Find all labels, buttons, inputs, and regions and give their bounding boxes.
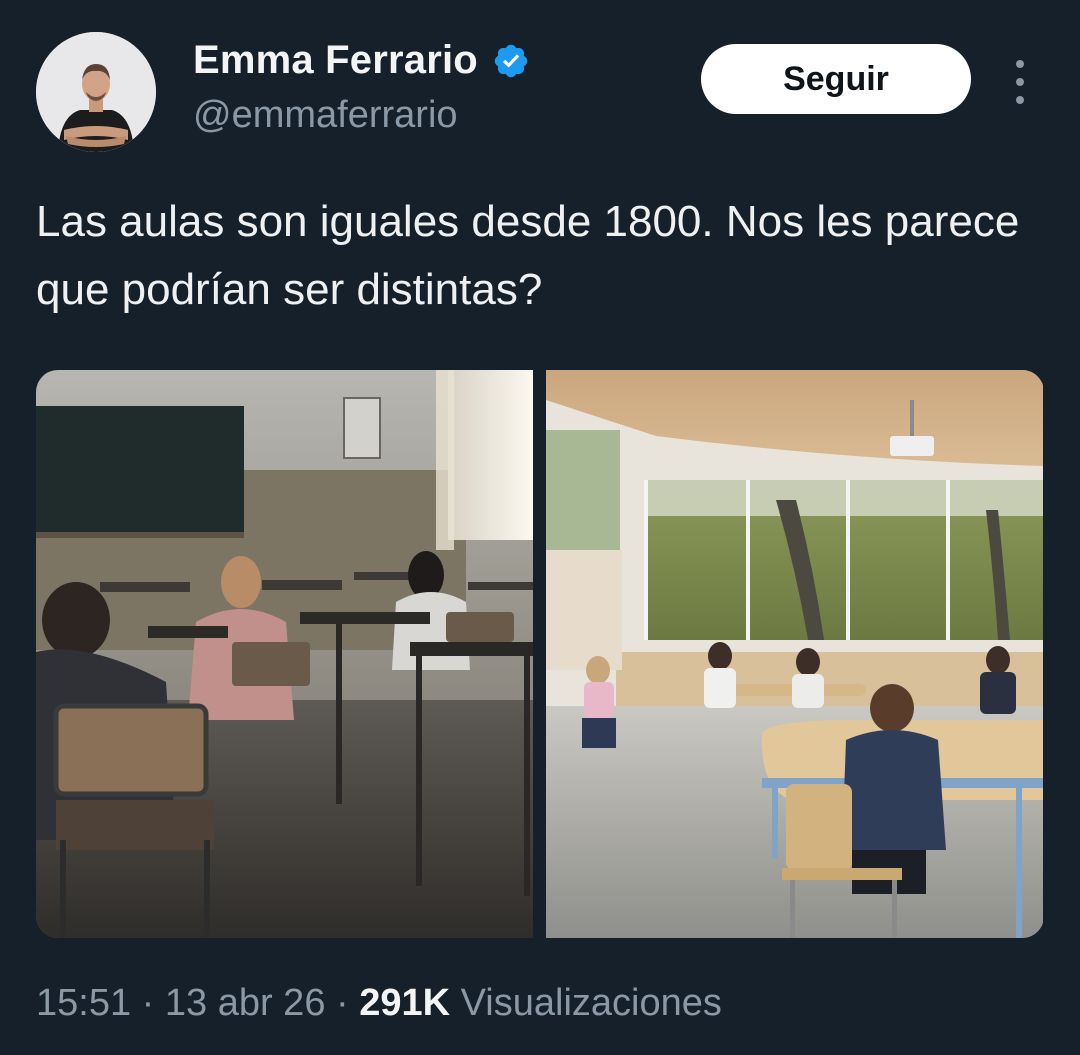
- verified-badge-icon[interactable]: [492, 42, 530, 80]
- follow-button[interactable]: Seguir: [701, 44, 971, 114]
- author-name[interactable]: Emma Ferrario: [193, 38, 478, 83]
- tweet-time[interactable]: 15:51: [36, 982, 131, 1024]
- more-vertical-icon[interactable]: [1005, 60, 1035, 104]
- modern-classroom-photo[interactable]: [546, 370, 1043, 938]
- author-name-row[interactable]: Emma Ferrario: [193, 38, 530, 83]
- author-handle[interactable]: @emmaferrario: [193, 94, 458, 137]
- views-count[interactable]: 291K: [359, 982, 450, 1024]
- tweet-date[interactable]: 13 abr 26: [165, 982, 326, 1024]
- tweet-meta: 15:51 · 13 abr 26 · 291K Visualizaciones: [36, 982, 722, 1025]
- views-label[interactable]: Visualizaciones: [461, 982, 722, 1024]
- avatar[interactable]: [36, 32, 156, 152]
- person-avatar-icon: [36, 32, 156, 152]
- traditional-classroom-photo[interactable]: [36, 370, 533, 938]
- meta-separator: ·: [336, 982, 349, 1024]
- tweet-text: Las aulas son iguales desde 1800. Nos le…: [36, 197, 1020, 315]
- meta-separator: ·: [141, 982, 155, 1024]
- media-grid: [36, 370, 1044, 938]
